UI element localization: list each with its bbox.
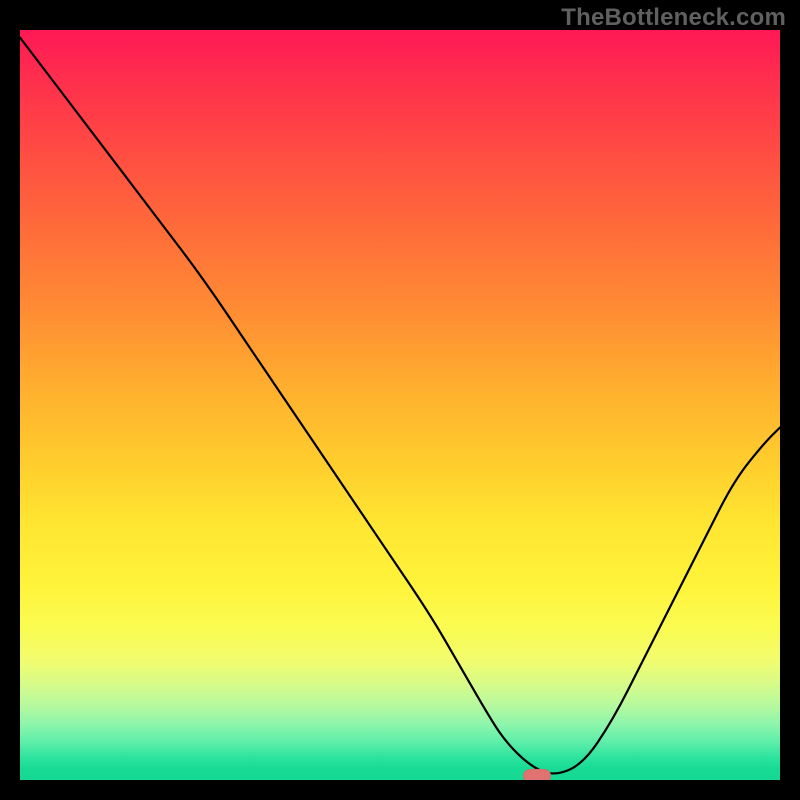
line-curve <box>20 30 780 780</box>
watermark-text: TheBottleneck.com <box>561 4 786 32</box>
chart-frame: TheBottleneck.com <box>0 0 800 800</box>
plot-area <box>20 30 780 780</box>
optimum-marker <box>523 769 551 780</box>
